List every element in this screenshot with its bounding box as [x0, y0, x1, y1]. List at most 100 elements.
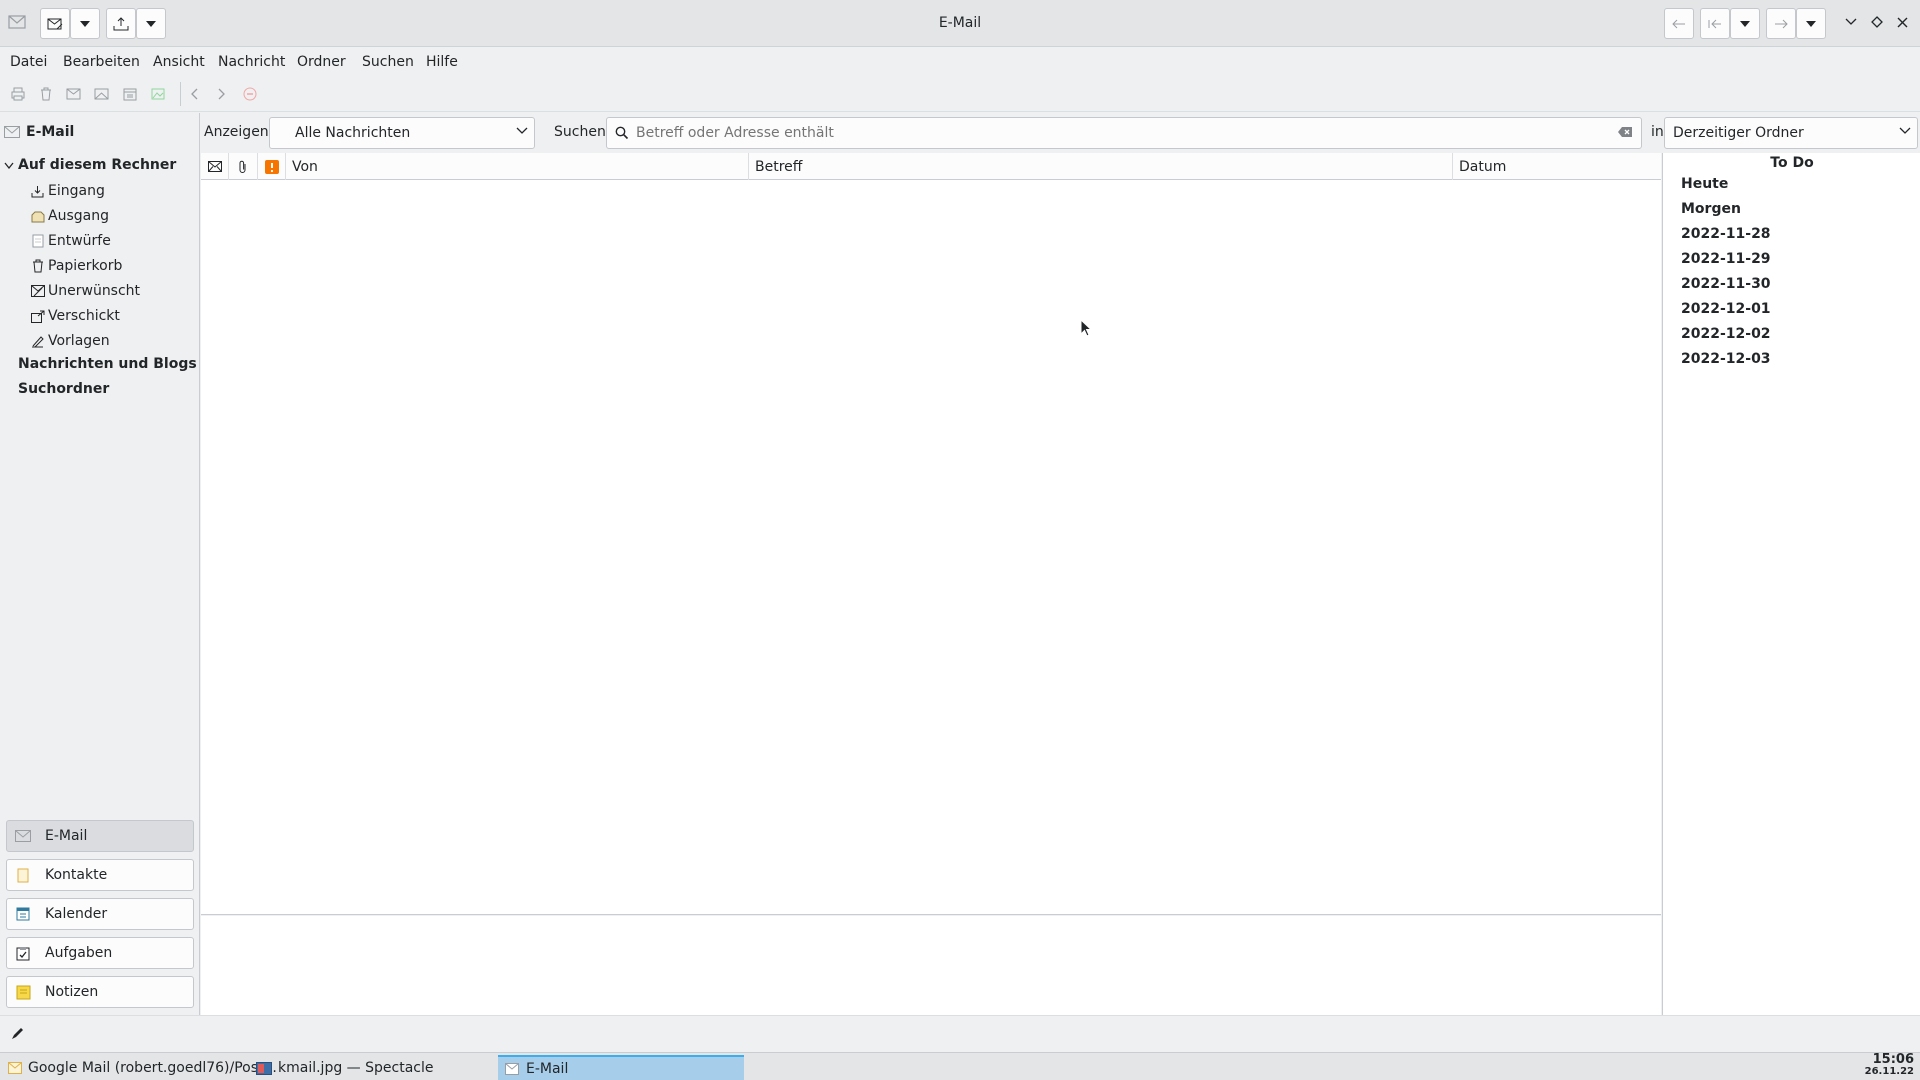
drafts-icon [30, 234, 45, 249]
switch-tasks-button[interactable]: Aufgaben [6, 937, 194, 969]
nav-label: Kalender [45, 906, 108, 922]
task-email[interactable]: E-Mail [498, 1055, 744, 1080]
column-attachment[interactable] [229, 153, 258, 180]
folder-papierkorb[interactable]: Papierkorb [30, 255, 122, 277]
todo-item[interactable]: 2022-12-01 [1681, 301, 1771, 317]
forward-button[interactable] [1766, 8, 1796, 39]
image-icon [256, 1060, 272, 1076]
mail-icon [15, 828, 31, 844]
show-label: Anzeigen: [204, 124, 274, 140]
menu-ordner[interactable]: Ordner [297, 54, 346, 70]
menu-ansicht[interactable]: Ansicht [153, 54, 205, 70]
forward-mail-icon[interactable] [93, 85, 111, 103]
main-toolbar [0, 76, 1920, 112]
todo-title: To Do [1770, 155, 1814, 171]
image-icon[interactable] [149, 85, 167, 103]
clear-search-icon[interactable] [1617, 126, 1633, 138]
column-von[interactable]: Von [286, 153, 749, 180]
folder-sidebar: E-Mail Auf diesem Rechner Eingang Ausgan… [0, 113, 200, 1015]
sidebar-title: E-Mail [26, 124, 75, 140]
search-label: Suchen: [554, 124, 611, 140]
reply-icon[interactable] [65, 85, 83, 103]
mail-icon [8, 1060, 22, 1076]
event-icon[interactable] [121, 85, 139, 103]
show-filter-select[interactable]: Alle Nachrichten [269, 117, 535, 149]
menu-bearbeiten[interactable]: Bearbeiten [63, 54, 140, 70]
previous-unread-button[interactable] [1700, 8, 1730, 39]
group-nachrichten-und-blogs[interactable]: Nachrichten und Blogs [18, 356, 197, 372]
toolbar-separator [180, 82, 181, 106]
task-google-mail[interactable]: Google Mail (robert.goedl76)/Post... [2, 1055, 277, 1080]
arrow-first-icon [1708, 19, 1722, 29]
search-field[interactable] [606, 117, 1642, 149]
window-title: E-Mail [938, 15, 982, 31]
account-node[interactable]: Auf diesem Rechner [4, 157, 176, 173]
switch-calendar-button[interactable]: Kalender [6, 898, 194, 930]
message-list[interactable] [201, 180, 1661, 915]
arrow-right-icon [1774, 19, 1788, 29]
todo-item[interactable]: Morgen [1681, 201, 1741, 217]
folder-label: Vorlagen [48, 333, 110, 349]
switch-email-button[interactable]: E-Mail [6, 820, 194, 852]
menu-hilfe[interactable]: Hilfe [426, 54, 458, 70]
column-betreff[interactable]: Betreff [749, 153, 1453, 180]
switch-notes-button[interactable]: Notizen [6, 976, 194, 1008]
switch-contacts-button[interactable]: Kontakte [6, 859, 194, 891]
tasks-icon [15, 945, 31, 961]
nav-label: Notizen [45, 984, 99, 1000]
message-list-header: Von Betreff Datum [201, 153, 1661, 180]
menu-nachricht[interactable]: Nachricht [218, 54, 285, 70]
print-icon[interactable] [9, 85, 27, 103]
todo-panel: To Do Heute Morgen 2022-11-28 2022-11-29… [1662, 153, 1920, 1015]
pencil-icon[interactable] [11, 1027, 24, 1040]
folder-ausgang[interactable]: Ausgang [30, 205, 109, 227]
clock[interactable]: 15:06 26.11.22 [1864, 1053, 1914, 1078]
menu-suchen[interactable]: Suchen [362, 54, 414, 70]
folder-verschickt[interactable]: Verschickt [30, 305, 120, 327]
column-status[interactable] [201, 153, 229, 180]
menu-datei[interactable]: Datei [10, 54, 47, 70]
search-scope-select[interactable]: Derzeitiger Ordner [1664, 117, 1918, 149]
folder-eingang[interactable]: Eingang [30, 180, 105, 202]
todo-item[interactable]: Heute [1681, 176, 1728, 192]
maximize-icon[interactable] [1871, 16, 1883, 28]
paperclip-icon [239, 160, 247, 174]
calendar-icon [15, 906, 31, 922]
back-button[interactable] [1664, 8, 1694, 39]
nav-label: Kontakte [45, 867, 108, 883]
column-datum[interactable]: Datum [1453, 153, 1661, 180]
todo-item[interactable]: 2022-12-02 [1681, 326, 1771, 342]
folder-entwuerfe[interactable]: Entwürfe [30, 230, 111, 252]
chevron-down-icon[interactable] [4, 162, 14, 169]
column-priority[interactable] [258, 153, 286, 180]
chevron-left-icon[interactable] [185, 85, 203, 103]
todo-item[interactable]: 2022-11-28 [1681, 226, 1771, 242]
nav-label: Aufgaben [45, 945, 113, 961]
task-spectacle[interactable]: kmail.jpg — Spectacle [250, 1055, 496, 1080]
search-input[interactable] [636, 123, 1596, 143]
templates-icon [30, 334, 45, 349]
chevron-right-icon[interactable] [213, 85, 231, 103]
forward-dropdown[interactable] [1796, 8, 1826, 39]
todo-item[interactable]: 2022-12-03 [1681, 351, 1771, 367]
trash-icon[interactable] [37, 85, 55, 103]
minimize-icon[interactable] [1845, 18, 1857, 26]
todo-item[interactable]: 2022-11-30 [1681, 276, 1771, 292]
folder-vorlagen[interactable]: Vorlagen [30, 330, 110, 352]
todo-item[interactable]: 2022-11-29 [1681, 251, 1771, 267]
sidebar-header: E-Mail [4, 124, 74, 140]
notes-icon [15, 984, 31, 1000]
clock-date: 26.11.22 [1864, 1066, 1914, 1077]
stop-icon[interactable] [241, 85, 259, 103]
folder-unerwuenscht[interactable]: Unerwünscht [30, 280, 140, 302]
arrow-left-icon [1672, 19, 1686, 29]
group-suchordner[interactable]: Suchordner [18, 381, 109, 397]
folder-label: Unerwünscht [48, 283, 141, 299]
show-filter-value: Alle Nachrichten [295, 125, 411, 141]
previous-dropdown[interactable] [1730, 8, 1760, 39]
junk-icon [30, 284, 45, 299]
account-label: Auf diesem Rechner [18, 157, 177, 173]
trash-icon [30, 259, 45, 274]
task-label: kmail.jpg — Spectacle [278, 1060, 434, 1076]
close-icon[interactable] [1897, 17, 1908, 28]
